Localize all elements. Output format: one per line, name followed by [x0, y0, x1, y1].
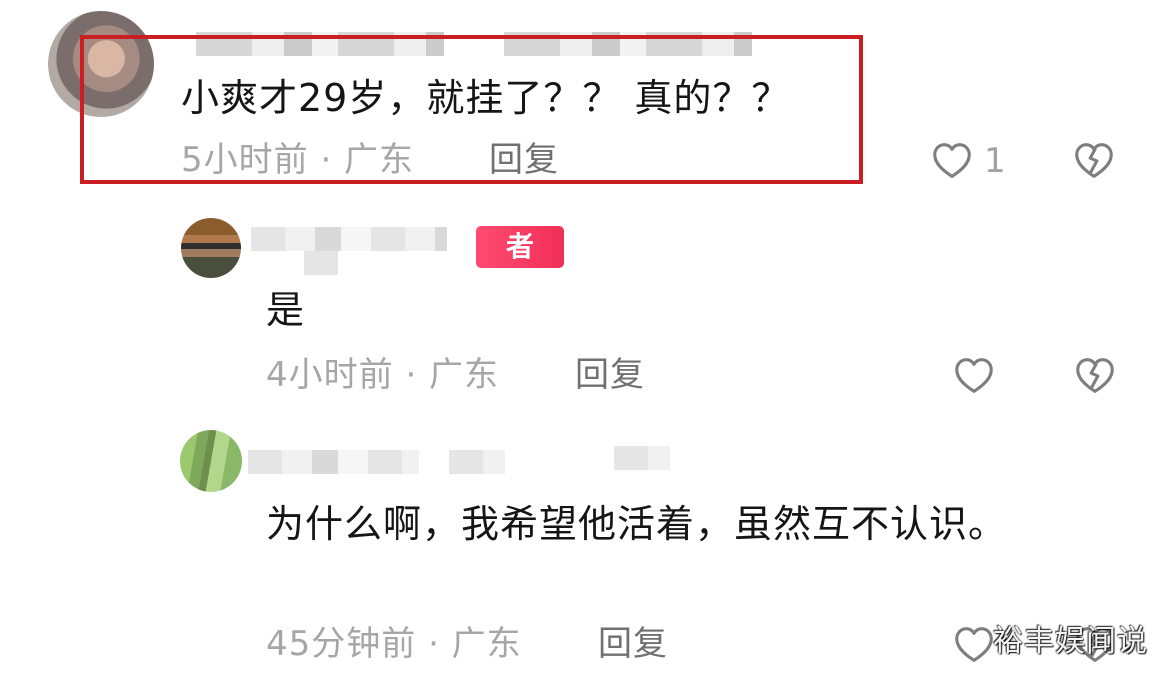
watermark: 裕丰娱闻说	[993, 624, 1148, 659]
comment-text-reply-2: 为什么啊，我希望他活着，虽然互不认识。	[266, 502, 1008, 546]
reply-button-reply-2[interactable]: 回复	[598, 624, 668, 664]
broken-heart-icon[interactable]	[1071, 138, 1117, 184]
heart-outline-icon[interactable]	[951, 622, 997, 668]
highlight-box	[80, 35, 863, 184]
avatar-reply-1[interactable]	[181, 218, 241, 278]
heart-outline-icon[interactable]	[951, 353, 997, 399]
like-count-main: 1	[984, 141, 1006, 181]
avatar-reply-2[interactable]	[180, 430, 242, 492]
blurred-username-reply-2a	[248, 450, 419, 474]
author-badge: 者	[476, 226, 564, 268]
blurred-username-reply-2b	[449, 450, 505, 474]
broken-heart-icon[interactable]	[1072, 353, 1118, 399]
reply-button-reply-1[interactable]: 回复	[575, 355, 645, 395]
heart-outline-icon[interactable]	[929, 138, 975, 184]
comment-text-reply-1: 是	[266, 288, 306, 332]
blurred-username-reply-1	[251, 227, 447, 251]
blurred-username-reply-1b	[304, 251, 338, 275]
blurred-username-reply-2c	[614, 446, 670, 470]
comment-meta-reply-2: 45分钟前 · 广东	[266, 624, 522, 664]
comment-meta-reply-1: 4小时前 · 广东	[266, 355, 500, 395]
